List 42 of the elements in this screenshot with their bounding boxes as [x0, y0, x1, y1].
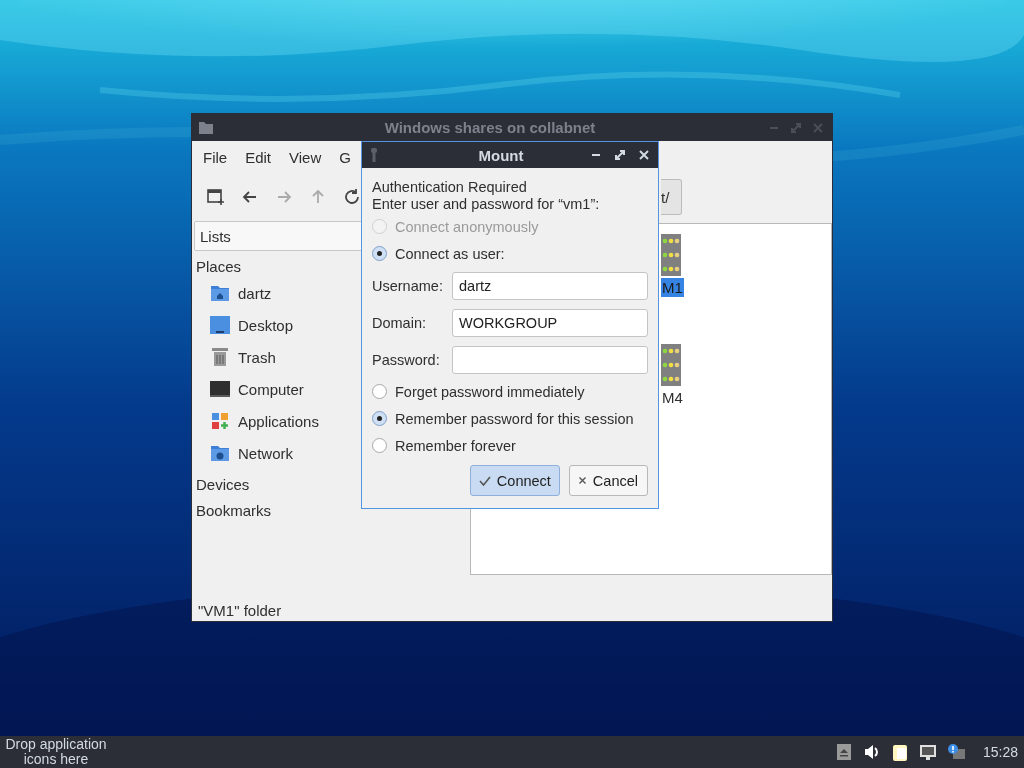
check-icon	[478, 474, 491, 487]
desktop-icon	[210, 315, 230, 335]
menu-item[interactable]: Edit	[236, 148, 281, 166]
field-label: Password:	[372, 351, 441, 368]
input-field[interactable]: WORKGROUP	[452, 308, 648, 337]
status-text: "VM1" folder	[197, 600, 283, 621]
launcher-hint: Drop application icons here	[4, 737, 108, 767]
computer-icon	[210, 379, 230, 399]
dialog-prompt: Enter user and password for “vm1”:	[372, 196, 601, 213]
key-icon	[370, 148, 378, 162]
dialog-title: Mount	[477, 146, 525, 164]
trash-icon	[210, 347, 230, 367]
radio-option[interactable]: Forget password immediately	[372, 378, 648, 405]
radio-option[interactable]: Remember password for this session	[372, 405, 648, 432]
path-field[interactable]: t/	[661, 179, 682, 215]
notification-icon[interactable]	[946, 743, 965, 761]
server-icon[interactable]	[661, 344, 681, 386]
field-label: Domain:	[372, 314, 427, 331]
maximize-icon[interactable]	[612, 147, 628, 163]
network-folder-icon	[210, 443, 230, 463]
volume-icon[interactable]	[862, 743, 881, 761]
radio-option[interactable]: Remember forever	[372, 432, 648, 459]
cross-icon	[577, 476, 587, 485]
connect-button[interactable]: Connect	[469, 465, 560, 496]
file-label[interactable]: M4	[661, 388, 684, 407]
menu-item[interactable]: G	[330, 148, 360, 166]
clock: 15:28	[982, 744, 1018, 760]
cancel-button[interactable]: Cancel	[568, 465, 648, 496]
field-label: Username:	[372, 277, 444, 294]
menu-item[interactable]: View	[280, 148, 331, 166]
file-label[interactable]: M1	[661, 278, 684, 297]
input-field[interactable]	[452, 345, 648, 374]
home-folder-icon	[210, 283, 230, 303]
applications-icon	[210, 411, 230, 431]
menu-item[interactable]: File	[194, 148, 237, 166]
window-title: Windows shares on collabnet	[383, 119, 597, 136]
dialog-heading: Authentication Required	[372, 179, 528, 196]
folder-icon	[198, 119, 214, 136]
server-icon[interactable]	[661, 234, 681, 276]
network-icon[interactable]	[918, 743, 937, 761]
input-field[interactable]: dartz	[452, 271, 648, 300]
clipboard-icon[interactable]	[890, 743, 909, 761]
